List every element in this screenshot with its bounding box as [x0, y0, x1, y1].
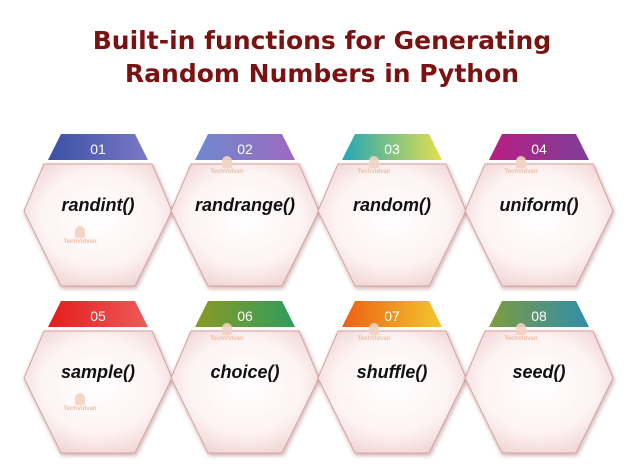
watermark-icon	[516, 156, 526, 168]
function-hexagon: TechVidvan 05 sample()	[23, 301, 173, 455]
watermark-logo: TechVidvan	[205, 323, 249, 343]
watermark-text: TechVidvan	[504, 169, 538, 175]
function-label: shuffle()	[356, 362, 428, 382]
watermark-icon	[75, 226, 85, 238]
function-hexagon: TechVidvan 02 randrange()	[170, 134, 320, 288]
watermark-text: TechVidvan	[504, 336, 538, 342]
watermark-text: TechVidvan	[63, 406, 97, 412]
watermark-text: TechVidvan	[63, 239, 97, 245]
watermark-icon	[75, 393, 85, 405]
watermark-logo: TechVidvan	[352, 156, 396, 176]
watermark-logo: TechVidvan	[499, 323, 543, 343]
hexagon-body	[170, 163, 320, 287]
function-label: randrange()	[194, 195, 295, 215]
watermark-logo: TechVidvan	[205, 156, 249, 176]
function-hexagon: TechVidvan 04 uniform()	[464, 134, 614, 288]
watermark-icon	[369, 323, 379, 335]
page-title: Built-in functions for Generating Random…	[0, 24, 644, 90]
function-label: randint()	[61, 195, 135, 215]
watermark-icon	[222, 156, 232, 168]
function-hexagon: TechVidvan 07 shuffle()	[317, 301, 467, 455]
function-label: choice()	[210, 362, 280, 382]
function-label: sample()	[60, 362, 136, 382]
hexagon-body	[464, 330, 614, 454]
watermark-logo: TechVidvan	[352, 323, 396, 343]
watermark-icon	[222, 323, 232, 335]
watermark-icon	[516, 323, 526, 335]
step-number: 05	[90, 308, 106, 324]
function-hexagon: TechVidvan 01 randint()	[23, 134, 173, 288]
function-label: seed()	[512, 362, 566, 382]
watermark-logo: TechVidvan	[499, 156, 543, 176]
step-number: 03	[384, 141, 400, 157]
step-number: 08	[531, 308, 547, 324]
step-number: 01	[90, 141, 106, 157]
step-number: 02	[237, 141, 253, 157]
watermark-logo: TechVidvan	[58, 393, 102, 413]
watermark-text: TechVidvan	[357, 169, 391, 175]
function-hexagon: TechVidvan 03 random()	[317, 134, 467, 288]
watermark-icon	[369, 156, 379, 168]
hexagon-body	[170, 330, 320, 454]
hexagon-body	[23, 163, 173, 287]
hexagon-body	[23, 330, 173, 454]
watermark-text: TechVidvan	[210, 336, 244, 342]
title-line-1: Built-in functions for Generating	[92, 26, 552, 55]
watermark-logo: TechVidvan	[58, 226, 102, 246]
watermark-text: TechVidvan	[357, 336, 391, 342]
step-number: 04	[531, 141, 547, 157]
function-hexagon: TechVidvan 06 choice()	[170, 301, 320, 455]
hexagon-body	[317, 163, 467, 287]
hexagon-body	[317, 330, 467, 454]
function-label: random()	[353, 195, 431, 215]
step-number: 06	[237, 308, 253, 324]
watermark-text: TechVidvan	[210, 169, 244, 175]
step-number: 07	[384, 308, 400, 324]
function-label: uniform()	[499, 195, 579, 215]
title-line-2: Random Numbers in Python	[124, 59, 520, 88]
hexagon-body	[464, 163, 614, 287]
function-hexagon: TechVidvan 08 seed()	[464, 301, 614, 455]
